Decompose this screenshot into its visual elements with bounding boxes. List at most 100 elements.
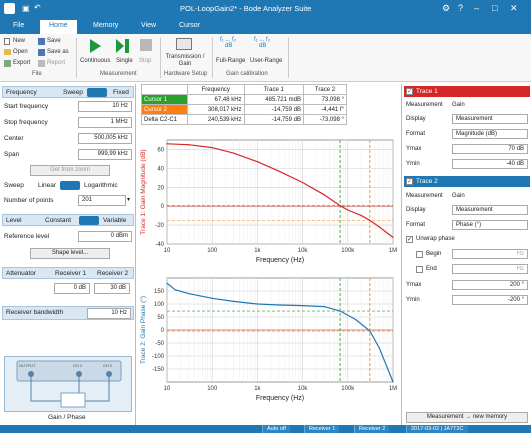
start-frequency-label: Start frequency <box>4 103 49 110</box>
quick-save-icon[interactable]: ▣ <box>22 4 30 13</box>
reference-level-input[interactable]: 0 dBm <box>78 231 132 242</box>
trace2-ymin-input[interactable]: -200 ° <box>452 295 528 305</box>
tab-cursor[interactable]: Cursor <box>170 20 209 34</box>
user-range-db-label: dB <box>259 43 267 49</box>
logarithmic-label: Logarithmic <box>84 182 118 189</box>
save-button[interactable]: Save <box>47 38 61 44</box>
new-button[interactable]: New <box>13 38 25 44</box>
shape-level-button[interactable]: Shape level... <box>30 248 110 259</box>
x-tick-label: 100k <box>341 248 355 254</box>
unwrap-phase-checkbox[interactable]: ✓ <box>406 236 413 243</box>
sweep-type-toggle[interactable] <box>60 181 80 190</box>
trace-2-point <box>166 282 168 284</box>
trace-2-point <box>211 297 213 299</box>
undo-icon[interactable]: ↶ <box>34 3 41 12</box>
receiver-bandwidth-select[interactable]: 10 Hz <box>87 308 131 319</box>
trace2-header[interactable]: ✓ Trace 2 <box>404 176 530 187</box>
fixed-toggle[interactable] <box>87 88 107 97</box>
measurement-to-memory-button[interactable]: Measurement → new memory <box>406 412 528 423</box>
close-icon[interactable]: ✕ <box>510 3 518 14</box>
transmission-gain-button[interactable]: Transmission / Gain <box>164 54 206 68</box>
attenuator-receiver2-select[interactable]: 30 dB <box>94 283 130 294</box>
end-input[interactable]: Hz <box>452 264 528 274</box>
trace2-ymax-input[interactable]: 200 ° <box>452 280 528 290</box>
cursor2-name[interactable]: Cursor 2 <box>141 104 188 115</box>
linear-label: Linear <box>38 182 57 189</box>
trace-1-point <box>187 144 190 146</box>
maximize-icon[interactable]: □ <box>492 3 497 13</box>
trace1-format-select[interactable]: Magnitude (dB) <box>452 129 528 139</box>
trace1-header[interactable]: ✓ Trace 1 <box>404 86 530 97</box>
span-input[interactable]: 999,99 kHz <box>78 149 132 160</box>
ch2-port-label: CH 2 <box>103 363 113 368</box>
y-axis-title: Trace 1: Gain Magnitude (dB) <box>140 149 147 234</box>
x-tick-label: 100k <box>341 386 355 392</box>
hardware-diagram: OUTPUT CH 1 CH 2 <box>4 356 132 412</box>
begin-checkbox[interactable] <box>416 251 423 258</box>
save-icon <box>38 38 45 45</box>
reference-level-label: Reference level <box>4 233 50 240</box>
end-label: End <box>426 266 437 272</box>
ribbon: New Save Open Save as Export Report File… <box>0 34 531 82</box>
tab-view[interactable]: View <box>132 20 165 34</box>
minimize-icon[interactable]: – <box>474 3 479 13</box>
attenuator-receiver1-select[interactable]: 0 dB <box>54 283 90 294</box>
number-of-points-label: Number of points <box>4 197 54 204</box>
trace1-ymax-input[interactable]: 70 dB <box>452 144 528 154</box>
end-checkbox[interactable] <box>416 266 423 273</box>
ribbon-tab-bar: File Home Memory View Cursor <box>0 18 531 34</box>
user-range-icon: f₁ ... f₂ dB <box>254 37 271 49</box>
table-row[interactable]: Cursor 2 308,017 kHz -14,759 dB -4,441 f… <box>141 104 348 115</box>
chevron-down-icon[interactable]: ▾ <box>127 196 130 203</box>
status-auto[interactable]: Auto off <box>262 425 290 433</box>
stop-frequency-label: Stop frequency <box>4 119 48 126</box>
help-icon[interactable]: ? <box>458 3 463 13</box>
y-tick-label: 20 <box>157 185 164 191</box>
trace2-enable-checkbox[interactable]: ✓ <box>406 178 413 185</box>
begin-input[interactable]: Hz <box>452 249 528 259</box>
phase-chart[interactable]: 10 100 1k 10k 100k 1M 150 100 50 0 -50 -100 -150 Freq… <box>137 272 400 408</box>
get-from-zoom-button[interactable]: Get from zoom <box>30 165 110 176</box>
status-receiver2[interactable]: Receiver 2 <box>354 425 390 433</box>
trace1-display-select[interactable]: Measurement <box>452 114 528 124</box>
cursor1-name[interactable]: Cursor 1 <box>141 94 188 105</box>
trace2-format-select[interactable]: Phase (°) <box>452 220 528 230</box>
table-row[interactable]: Delta C2-C1 240,539 kHz -14,759 dB -73,0… <box>141 114 348 125</box>
stop-button[interactable]: Stop <box>139 58 151 64</box>
cursor2-frequency: 308,017 kHz <box>187 104 245 115</box>
tab-memory[interactable]: Memory <box>84 20 127 34</box>
trace2-display-select[interactable]: Measurement <box>452 205 528 215</box>
report-button[interactable]: Report <box>47 60 65 66</box>
tab-home[interactable]: Home <box>40 20 77 34</box>
app-icon <box>4 3 15 14</box>
full-range-button[interactable]: Full-Range <box>216 58 245 64</box>
tab-file[interactable]: File <box>4 20 33 34</box>
sweep-label: Sweep <box>4 182 24 189</box>
trace1-enable-checkbox[interactable]: ✓ <box>406 88 413 95</box>
center-input[interactable]: 500,005 kHz <box>78 133 132 144</box>
level-mode-toggle[interactable] <box>79 216 99 225</box>
trace-2-point <box>355 319 357 321</box>
export-icon <box>4 60 11 67</box>
delta-frequency: 240,539 kHz <box>187 114 245 125</box>
trace1-ymin-input[interactable]: -40 dB <box>452 159 528 169</box>
magnitude-chart[interactable]: 10 100 1k 10k 100k 1M 60 40 20 0 -20 -40 Frequency (… <box>137 134 400 270</box>
export-button[interactable]: Export <box>13 60 30 66</box>
new-icon <box>4 38 10 45</box>
continuous-button[interactable]: Continuous <box>80 58 110 64</box>
single-button[interactable]: Single <box>116 58 133 64</box>
save-as-button[interactable]: Save as <box>47 49 69 55</box>
open-button[interactable]: Open <box>13 49 28 55</box>
gear-icon[interactable]: ⚙ <box>442 3 450 14</box>
ribbon-separator <box>212 38 213 78</box>
user-range-button[interactable]: User-Range <box>250 58 282 64</box>
tab-level[interactable]: Level <box>6 217 22 224</box>
table-row[interactable]: Cursor 1 67,48 kHz 485.721 mdB 73,098 ° <box>141 94 348 105</box>
stop-frequency-input[interactable]: 1 MHz <box>78 117 132 128</box>
tab-frequency[interactable]: Frequency <box>6 89 37 96</box>
trace-1-point <box>347 209 349 211</box>
tab-sweep[interactable]: Sweep <box>63 89 83 96</box>
number-of-points-input[interactable]: 201 <box>78 195 126 206</box>
start-frequency-input[interactable]: 10 Hz <box>78 101 132 112</box>
status-receiver1[interactable]: Receiver 1 <box>304 425 340 433</box>
